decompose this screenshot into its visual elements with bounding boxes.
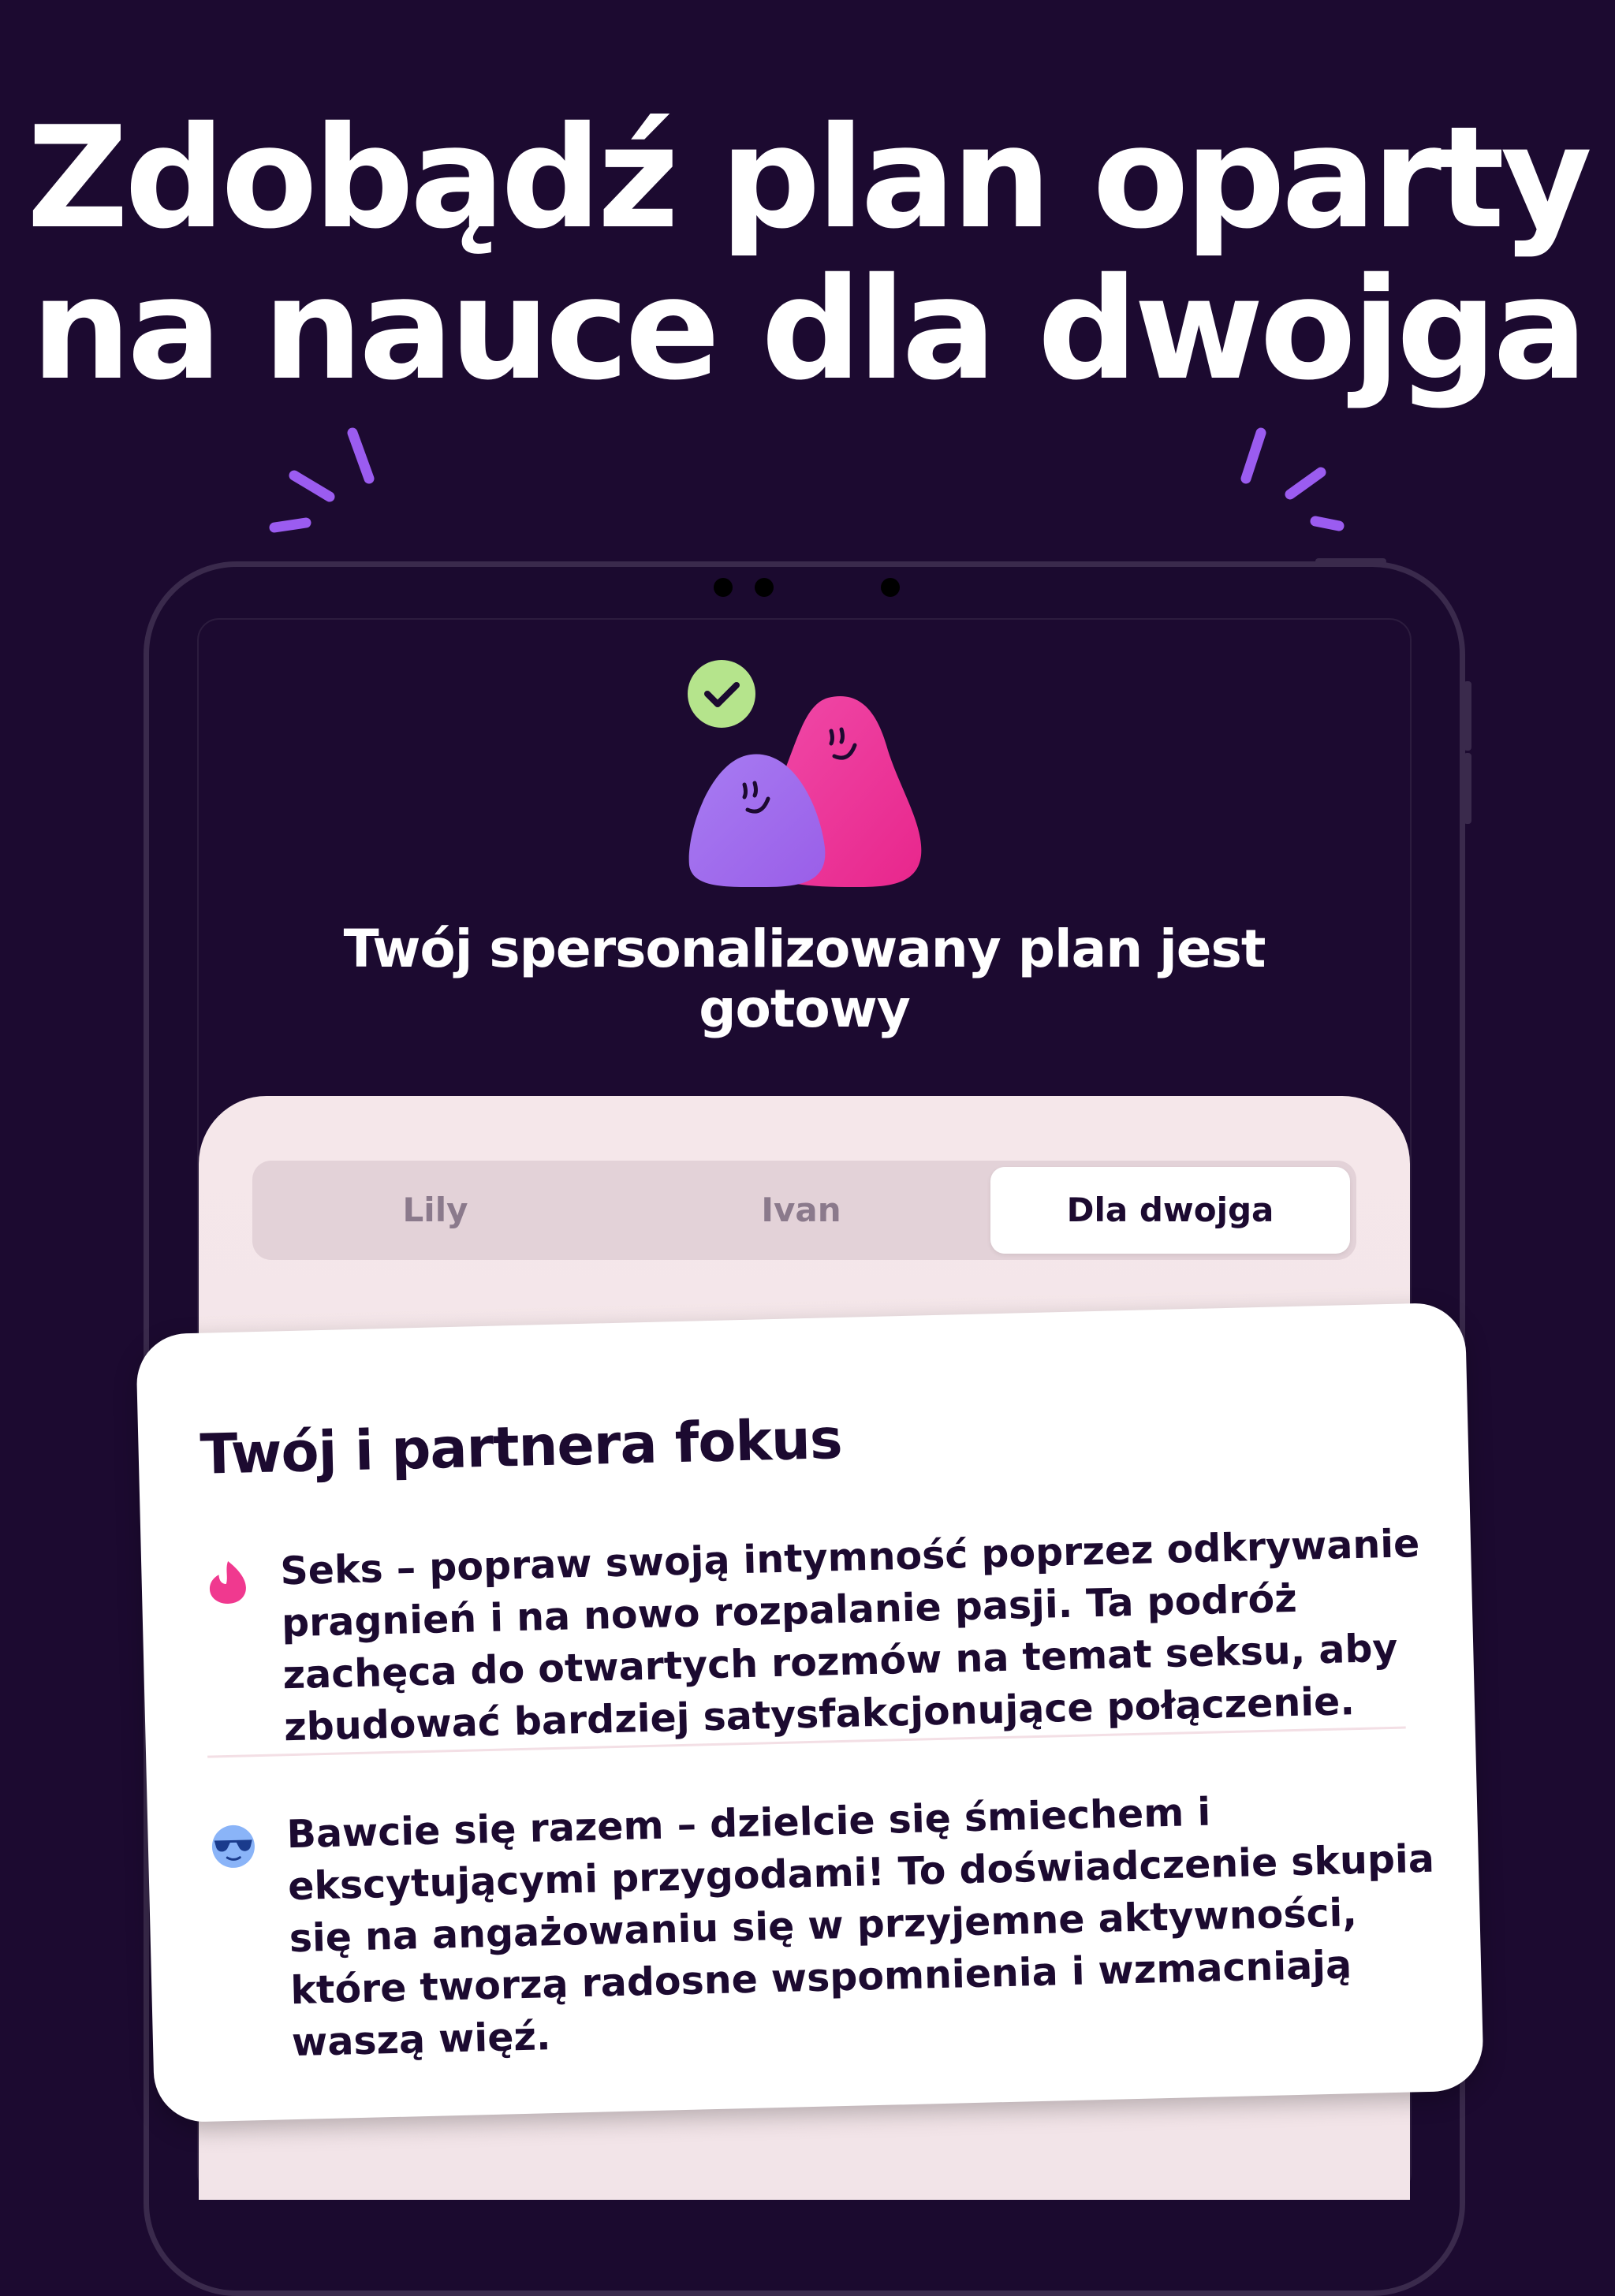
focus-item-sex-text: Seks – popraw swoją intymność poprzez od… (279, 1521, 1420, 1750)
headline-line-2: na nauce dla dwojga (31, 248, 1588, 411)
check-badge-icon (688, 660, 755, 728)
tab-lily[interactable]: Lily (259, 1167, 612, 1254)
camera-dot (714, 578, 733, 597)
camera-dot (755, 578, 774, 597)
left-sparkle-icon (269, 427, 375, 533)
right-sparkle-icon (1240, 427, 1345, 531)
focus-card-title: Twój i partnera fokus (199, 1406, 843, 1487)
focus-card: Twój i partnera fokus Seks – popraw swoj… (136, 1302, 1484, 2123)
person-tab-switcher: Lily Ivan Dla dwojga (252, 1161, 1356, 1260)
sunglasses-face-icon (211, 1824, 255, 1868)
focus-item-sex: Seks – popraw swoją intymność poprzez od… (203, 1518, 1433, 1750)
couple-mascot-illustration (688, 660, 922, 888)
tablet-side-button (1464, 681, 1471, 751)
headline-line-1: Zdobądź plan oparty (26, 96, 1592, 259)
focus-item-fun-text: Bawcie się razem – dzielcie się śmiechem… (285, 1789, 1435, 2066)
plan-ready-title: Twój spersonalizowany plan jest gotowy (343, 919, 1266, 1039)
camera-dot (881, 578, 900, 597)
focus-item-fun: Bawcie się razem – dzielcie się śmiechem… (209, 1781, 1439, 2065)
tab-ivan[interactable]: Ivan (625, 1167, 978, 1254)
flame-icon (209, 1560, 246, 1604)
tablet-top-button (1315, 558, 1386, 565)
headline: Zdobądź plan oparty na nauce dla dwojga (0, 102, 1615, 405)
tab-dla-dwojga[interactable]: Dla dwojga (990, 1167, 1350, 1254)
tablet-side-button (1464, 753, 1471, 824)
